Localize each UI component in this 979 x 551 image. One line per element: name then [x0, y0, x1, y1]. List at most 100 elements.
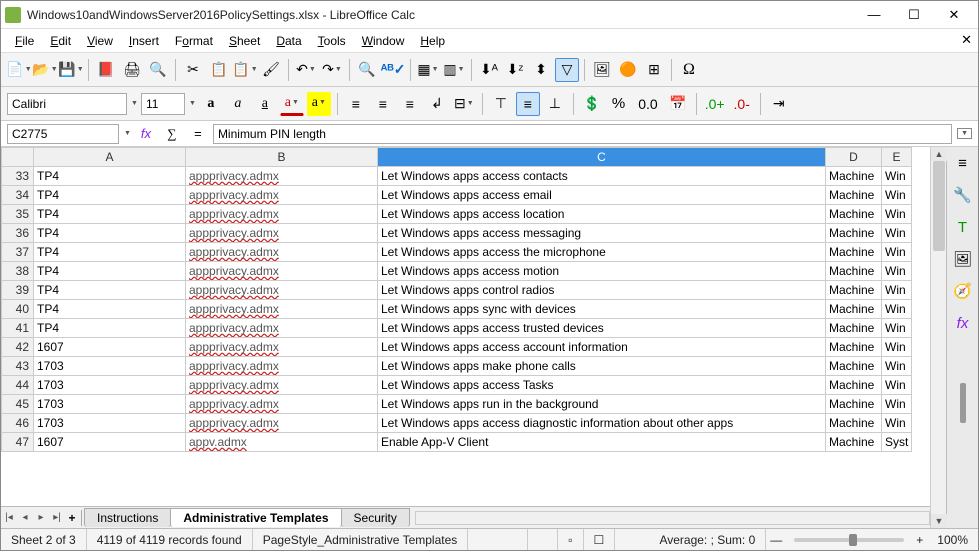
name-box-dropdown[interactable]: ▼	[124, 130, 131, 137]
sidebar-menu-icon[interactable]: ≡	[951, 151, 975, 175]
cell[interactable]: appprivacy.admx	[186, 395, 378, 414]
cell[interactable]: Machine	[826, 414, 882, 433]
cut-button[interactable]: ✂	[181, 58, 205, 82]
row-header[interactable]: 35	[2, 205, 34, 224]
font-name-input[interactable]	[7, 93, 127, 115]
formula-input[interactable]	[213, 124, 952, 144]
cell[interactable]: Let Windows apps sync with devices	[378, 300, 826, 319]
cell[interactable]: Win	[882, 224, 912, 243]
cell[interactable]: appprivacy.admx	[186, 224, 378, 243]
row-header[interactable]: 34	[2, 186, 34, 205]
status-summary[interactable]: Average: ; Sum: 0	[649, 529, 766, 550]
cell[interactable]: Let Windows apps access the microphone	[378, 243, 826, 262]
menu-view[interactable]: View	[79, 31, 121, 51]
cell[interactable]: Let Windows apps access diagnostic infor…	[378, 414, 826, 433]
function-wizard-button[interactable]: fx	[135, 124, 157, 144]
font-color-button[interactable]: a▼	[280, 92, 304, 116]
cell[interactable]: 1607	[34, 338, 186, 357]
print-button[interactable]: 🖨	[120, 58, 144, 82]
cell[interactable]: Machine	[826, 319, 882, 338]
cell[interactable]: Let Windows apps control radios	[378, 281, 826, 300]
paste-button[interactable]: 📋▼	[233, 58, 257, 82]
bold-button[interactable]: a	[199, 92, 223, 116]
cell[interactable]: Let Windows apps access location	[378, 205, 826, 224]
spellcheck-button[interactable]: ᴬᴮ✓	[381, 58, 405, 82]
grid-scroll[interactable]: A B C D E 33TP4appprivacy.admxLet Window…	[1, 147, 930, 506]
minimize-button[interactable]: —	[854, 2, 894, 28]
cell[interactable]: Machine	[826, 433, 882, 452]
cell[interactable]: Win	[882, 186, 912, 205]
sheet-tab-admin-templates[interactable]: Administrative Templates	[170, 508, 341, 527]
table-row[interactable]: 35TP4appprivacy.admxLet Windows apps acc…	[2, 205, 912, 224]
cell[interactable]: 1703	[34, 395, 186, 414]
tab-nav-last[interactable]: ▸|	[49, 512, 65, 523]
table-row[interactable]: 451703appprivacy.admxLet Windows apps ru…	[2, 395, 912, 414]
maximize-button[interactable]: ☐	[894, 2, 934, 28]
cell[interactable]: Machine	[826, 262, 882, 281]
menu-format[interactable]: Format	[167, 31, 221, 51]
number-format-button[interactable]: 0.0	[633, 92, 662, 116]
open-button[interactable]: 📂▼	[33, 58, 57, 82]
save-button[interactable]: 💾▼	[59, 58, 83, 82]
currency-button[interactable]: 💲	[580, 92, 604, 116]
cell[interactable]: Let Windows apps access email	[378, 186, 826, 205]
cell[interactable]: appprivacy.admx	[186, 376, 378, 395]
align-left-button[interactable]: ≡	[344, 92, 368, 116]
cell[interactable]: appprivacy.admx	[186, 357, 378, 376]
export-pdf-button[interactable]: 📕	[94, 58, 118, 82]
menu-data[interactable]: Data	[268, 31, 309, 51]
font-name-dropdown[interactable]: ▼	[131, 100, 138, 107]
cell[interactable]: Let Windows apps access account informat…	[378, 338, 826, 357]
status-pagestyle[interactable]: PageStyle_Administrative Templates	[253, 529, 469, 550]
cell[interactable]: appprivacy.admx	[186, 300, 378, 319]
select-all-corner[interactable]	[2, 148, 34, 167]
cell[interactable]: Syst	[882, 433, 912, 452]
cell[interactable]: Win	[882, 243, 912, 262]
cell[interactable]: Machine	[826, 224, 882, 243]
col-header-E[interactable]: E	[882, 148, 912, 167]
cell[interactable]: Win	[882, 395, 912, 414]
clone-format-button[interactable]: 🖌	[259, 58, 283, 82]
sidebar-handle[interactable]	[960, 383, 966, 423]
cell[interactable]: Machine	[826, 205, 882, 224]
functions-panel-icon[interactable]: fx	[951, 311, 975, 335]
cell[interactable]: appprivacy.admx	[186, 243, 378, 262]
undo-button[interactable]: ↶▼	[294, 58, 318, 82]
cell[interactable]: Win	[882, 262, 912, 281]
navigator-panel-icon[interactable]: 🧭	[951, 279, 975, 303]
scroll-down-button[interactable]: ▼	[931, 514, 947, 528]
col-header-D[interactable]: D	[826, 148, 882, 167]
cell[interactable]: Let Windows apps run in the background	[378, 395, 826, 414]
styles-panel-icon[interactable]: T	[951, 215, 975, 239]
cell[interactable]: TP4	[34, 243, 186, 262]
cell[interactable]: TP4	[34, 167, 186, 186]
sort-button[interactable]: ⬍	[529, 58, 553, 82]
cell[interactable]: Win	[882, 167, 912, 186]
date-button[interactable]: 📅	[666, 92, 690, 116]
cell[interactable]: TP4	[34, 205, 186, 224]
row-header[interactable]: 37	[2, 243, 34, 262]
close-document-button[interactable]: ✕	[961, 32, 972, 48]
cell[interactable]: Enable App-V Client	[378, 433, 826, 452]
gallery-panel-icon[interactable]: 🖼	[951, 247, 975, 271]
sum-button[interactable]: ∑	[161, 124, 183, 144]
cell[interactable]: TP4	[34, 186, 186, 205]
italic-button[interactable]: a	[226, 92, 250, 116]
special-char-button[interactable]: Ω	[677, 58, 701, 82]
align-center-button[interactable]: ≡	[371, 92, 395, 116]
table-row[interactable]: 461703appprivacy.admxLet Windows apps ac…	[2, 414, 912, 433]
cell[interactable]: Let Windows apps access motion	[378, 262, 826, 281]
cell[interactable]: appv.admx	[186, 433, 378, 452]
cell[interactable]: Machine	[826, 300, 882, 319]
cell[interactable]: Win	[882, 338, 912, 357]
scroll-up-button[interactable]: ▲	[931, 147, 947, 161]
row-header[interactable]: 36	[2, 224, 34, 243]
spreadsheet-grid[interactable]: A B C D E 33TP4appprivacy.admxLet Window…	[1, 147, 912, 452]
table-row[interactable]: 421607appprivacy.admxLet Windows apps ac…	[2, 338, 912, 357]
table-row[interactable]: 40TP4appprivacy.admxLet Windows apps syn…	[2, 300, 912, 319]
cell[interactable]: Let Windows apps access trusted devices	[378, 319, 826, 338]
status-selection-mode[interactable]: ▫	[558, 529, 583, 550]
print-preview-button[interactable]: 🔍	[146, 58, 170, 82]
row-header[interactable]: 33	[2, 167, 34, 186]
cell[interactable]: TP4	[34, 300, 186, 319]
